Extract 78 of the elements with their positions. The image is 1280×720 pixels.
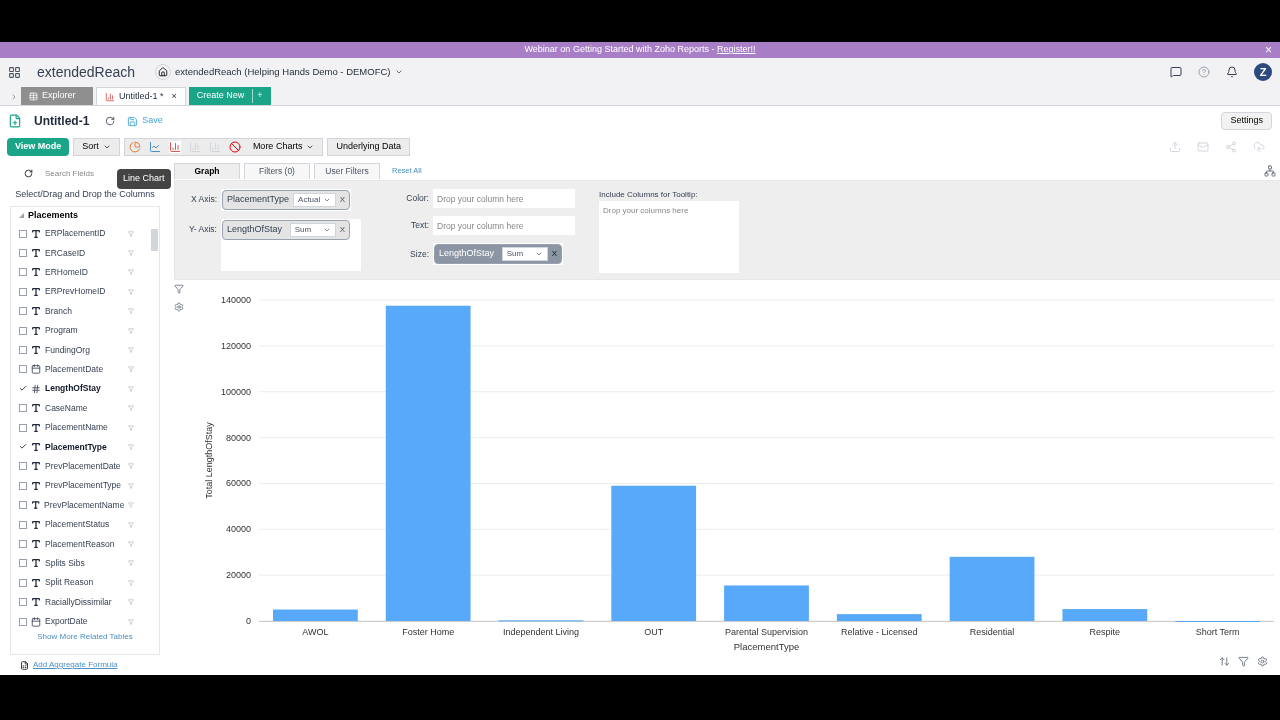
field-item[interactable]: PrevPlacementType [11,476,159,496]
field-item[interactable]: PrevPlacementName [11,495,159,515]
sidebar-hint: Select/Drag and Drop the Columns [14,188,156,201]
y-tick-label: 20000 [225,570,251,581]
field-item[interactable]: ERPlacementID [11,224,159,244]
tooltip-columns-label: Include Columns for Tooltip: [599,189,699,201]
field-item[interactable]: LengthOfStay [11,379,159,399]
function-select[interactable]: Sum [501,247,548,261]
field-label: Size: [409,247,429,261]
field-item[interactable]: ERPrevHomeID [11,282,159,302]
tooltip-drop-field[interactable]: Drop your columns here [599,201,739,273]
field-item[interactable]: PlacementType [11,437,159,457]
y-tick-label: 60000 [225,478,251,489]
field-label: X Axis: [190,193,217,206]
x-axis-title: PlacementType [733,641,800,652]
column-name: LengthOfStay [227,223,284,237]
remove-button[interactable]: X [551,248,557,260]
field-item[interactable]: Splits Sibs [11,553,159,574]
field-item[interactable]: PlacementStatus [11,514,159,535]
field-item[interactable]: ERHomeID [11,262,159,283]
x-tick-label: AWOL [302,627,329,637]
x-tick-label: Foster Home [402,627,455,637]
config-tab[interactable]: Graph [174,163,240,179]
tooltip: Line Chart [117,169,171,189]
report-tab[interactable]: Untitled-1 * × [96,87,186,105]
x-tick-label: Independent Living [502,627,579,637]
remove-button[interactable]: X [339,194,345,206]
field-item[interactable]: FundingOrg [11,340,159,360]
aggregate-formula-link[interactable]: Add Aggregate Formula [33,659,118,671]
field-item[interactable]: PlacementReason [11,534,159,554]
field-label: Text: [410,219,429,232]
drop-field[interactable]: Drop your column here [433,216,575,235]
x-tick-label: Relative - Licensed [841,627,918,637]
x-axis-column[interactable]: PlacementType Actual X [222,190,350,210]
underlying-data-button[interactable]: Underlying Data [327,138,410,156]
x-tick-label: Respite [1089,627,1121,637]
field-item[interactable]: Branch [11,301,159,321]
y-tick-label: 40000 [225,524,251,535]
y-axis-title: Total LengthOfStay [204,422,214,499]
field-item[interactable]: PlacementName [11,417,159,438]
field-label: Color: [405,192,429,205]
y-tick-label: 0 [246,616,251,626]
remove-button[interactable]: X [339,224,345,236]
field-item[interactable]: PlacementDate [11,359,159,380]
user-avatar[interactable]: Z [1254,63,1272,81]
banner-text: Webinar on Getting Started with Zoho Reports - [524,43,716,57]
column-name: LengthOfStay [439,247,496,261]
x-tick-label: Short Term [1195,627,1240,637]
field-label: Y- Axis: [187,223,217,236]
report-title: Untitled-1 [34,113,90,130]
field-item[interactable]: ERCaseID [11,243,159,263]
config-tab[interactable]: User Filters [314,163,380,179]
column-name: PlacementType [227,193,290,207]
sort-button[interactable]: Sort [73,138,120,156]
workspace-selector[interactable]: extendedReach (Helping Hands Demo - DEMOFC) [175,64,403,80]
app-logo: extendedReach [37,62,136,82]
show-more-link[interactable]: Show More Related Tables [11,631,159,644]
field-item[interactable]: ExportDate [11,611,159,632]
field-item[interactable]: RaciallyDissimilar [11,592,159,612]
field-item[interactable]: CaseName [11,398,159,418]
table-header[interactable]: Placements [11,206,159,224]
field-item[interactable]: Split Reason [11,573,159,593]
y-tick-label: 100000 [220,386,251,397]
field-item[interactable]: PrevPlacementDate [11,456,159,477]
function-select[interactable]: Sum [289,223,336,237]
drop-field[interactable]: Drop your column here [433,189,575,208]
x-tick-label: Parental Supervision [724,627,809,637]
x-tick-label: OUT [644,627,664,637]
size-column[interactable]: LengthOfStay Sum X [434,244,562,264]
function-select[interactable]: Actual [293,193,336,207]
y-tick-label: 80000 [225,432,251,443]
config-tab[interactable]: Filters (0) [244,163,310,179]
field-item[interactable]: Program [11,320,159,341]
settings-button[interactable]: Settings [1221,112,1272,130]
y-tick-label: 120000 [220,340,251,351]
x-tick-label: Residential [969,627,1015,637]
y-tick-label: 140000 [220,295,251,305]
y-axis-column[interactable]: LengthOfStay Sum X [222,220,350,240]
